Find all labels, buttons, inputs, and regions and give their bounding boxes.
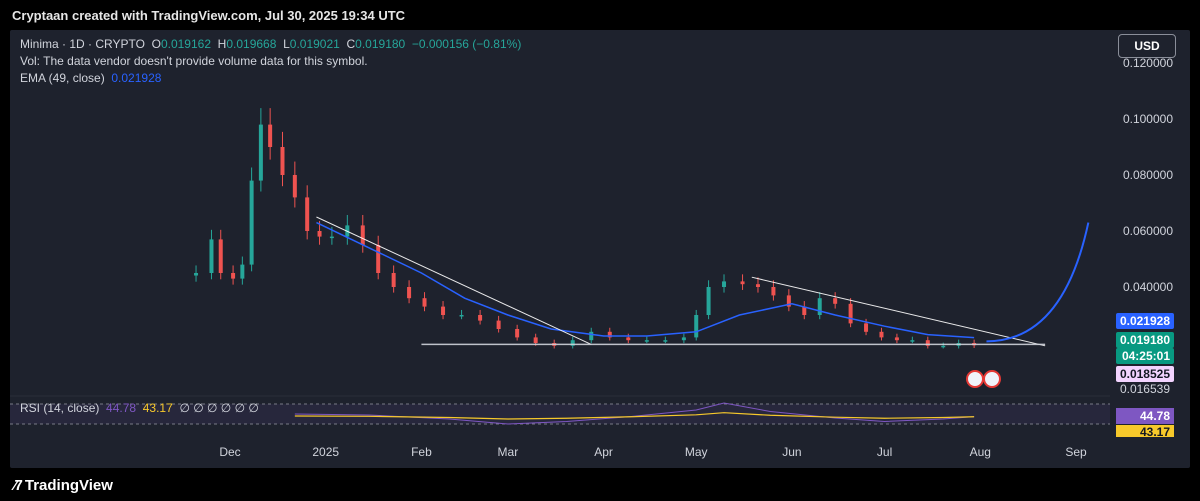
price-label-text: 0.018525 [1120, 367, 1170, 381]
rsi-value: 44.78 [106, 401, 137, 415]
candle-body [589, 331, 594, 341]
ohlc-line: Minima · 1D · CRYPTO O0.019162 H0.019668… [20, 36, 521, 53]
price-label-text: 0.016539 [1120, 382, 1170, 396]
candle-body [268, 124, 273, 147]
header-text: Cryptaan created with TradingView.com, J… [12, 8, 406, 23]
candle-body [722, 281, 727, 287]
price-label-text: 04:25:01 [1122, 349, 1170, 363]
candle-body [496, 320, 501, 329]
candle-body [391, 273, 396, 287]
candle-body [209, 239, 214, 273]
tradingview-logo-icon: ⁄7 [14, 477, 23, 494]
price-label-text: 0.021928 [1120, 314, 1170, 328]
tradingview-logo[interactable]: ⁄7 TradingView [14, 477, 113, 494]
candle-body [681, 337, 686, 341]
close-value: 0.019180 [355, 37, 406, 51]
candle-body [478, 315, 483, 321]
rsi-empty-values: ∅ ∅ ∅ ∅ ∅ ∅ [179, 401, 259, 415]
candle-body [848, 303, 853, 324]
low-label: L [283, 37, 290, 51]
close-label: C [346, 37, 356, 51]
header-bar: Cryptaan created with TradingView.com, J… [0, 0, 1200, 30]
us-flag-event-icon [966, 370, 984, 388]
ema-label[interactable]: EMA (49, close) [20, 71, 105, 85]
candle-body [755, 284, 760, 287]
chart-panel[interactable]: 0.120000 0.100000 0.080000 0.060000 0.040000… [10, 30, 1190, 468]
y-axis-tick-label: 0.060000 [1123, 224, 1173, 238]
change-value: −0.000156 (−0.81%) [411, 37, 522, 51]
candle-body [258, 124, 263, 181]
candle-body [422, 298, 427, 307]
candle-body [280, 147, 285, 175]
x-axis-tick-label: Jun [782, 445, 801, 459]
candle-body [864, 323, 869, 332]
y-axis-tick-label: 0.120000 [1123, 56, 1173, 70]
rsi-value-label: 44.78 [1140, 409, 1170, 423]
us-flag-event-icon [983, 370, 1001, 388]
candle-body [740, 281, 745, 285]
symbol-label[interactable]: Minima · 1D · CRYPTO [20, 37, 145, 51]
candle-body [694, 315, 699, 338]
candle-body [249, 180, 254, 265]
candle-body [218, 239, 223, 273]
candle-body [329, 236, 334, 239]
trendline-line [316, 216, 592, 345]
ema-line [316, 221, 975, 339]
rsi-ma-value-label: 43.17 [1140, 425, 1170, 439]
candle-body [459, 315, 464, 317]
x-axis-tick-label: Dec [219, 445, 240, 459]
x-axis-tick-label: 2025 [312, 445, 339, 459]
candle-body [194, 273, 199, 276]
y-axis-tick-label: 0.040000 [1123, 280, 1173, 294]
footer-bar: ⁄7 TradingView [0, 468, 1200, 501]
x-axis-tick-label: Apr [594, 445, 613, 459]
currency-button[interactable]: USD [1118, 34, 1176, 58]
candle-body [879, 331, 884, 338]
candle-body [292, 175, 297, 198]
rsi-label[interactable]: RSI (14, close) [20, 401, 99, 415]
x-axis-tick-label: Feb [411, 445, 432, 459]
open-value: 0.019162 [160, 37, 211, 51]
candle-body [817, 298, 822, 315]
projection-curve [986, 222, 1090, 343]
candle-body [376, 245, 381, 273]
y-axis-tick-label: 0.100000 [1123, 112, 1173, 126]
candle-body [515, 329, 520, 338]
x-axis-tick-label: Sep [1065, 445, 1087, 459]
candle-body [644, 340, 649, 342]
candle-body [441, 306, 446, 315]
candle-body [910, 340, 915, 342]
low-value: 0.019021 [289, 37, 340, 51]
candle-body [317, 231, 322, 237]
rsi-ma-value: 43.17 [142, 401, 173, 415]
candle-body [231, 273, 236, 279]
candle-body [771, 287, 776, 296]
candle-body [360, 225, 365, 245]
candle-body [941, 345, 946, 348]
high-value: 0.019668 [226, 37, 277, 51]
candle-body [833, 298, 838, 304]
rsi-legend: RSI (14, close) 44.78 43.17 ∅ ∅ ∅ ∅ ∅ ∅ [20, 401, 259, 415]
x-axis-tick-label: Mar [498, 445, 519, 459]
candle-body [663, 340, 668, 342]
ema-value: 0.021928 [111, 71, 162, 85]
candle-body [407, 287, 412, 299]
price-label-text: 0.019180 [1120, 333, 1170, 347]
x-axis-tick-label: Jul [877, 445, 892, 459]
candle-body [305, 197, 310, 231]
chart-legend: Minima · 1D · CRYPTO O0.019162 H0.019668… [20, 36, 521, 87]
candle-body [533, 337, 538, 343]
ema-line: EMA (49, close) 0.021928 [20, 70, 521, 87]
x-axis-tick-label: May [685, 445, 708, 459]
open-label: O [151, 37, 161, 51]
trendline-line [751, 276, 1046, 347]
candle-body [240, 264, 245, 279]
y-axis-tick-label: 0.080000 [1123, 168, 1173, 182]
tradingview-brand-text: TradingView [24, 477, 113, 494]
x-axis-tick-label: Aug [970, 445, 991, 459]
candle-body [894, 337, 899, 341]
volume-note: Vol: The data vendor doesn't provide vol… [20, 54, 368, 68]
candle-body [706, 287, 711, 315]
candle-body [626, 337, 631, 341]
